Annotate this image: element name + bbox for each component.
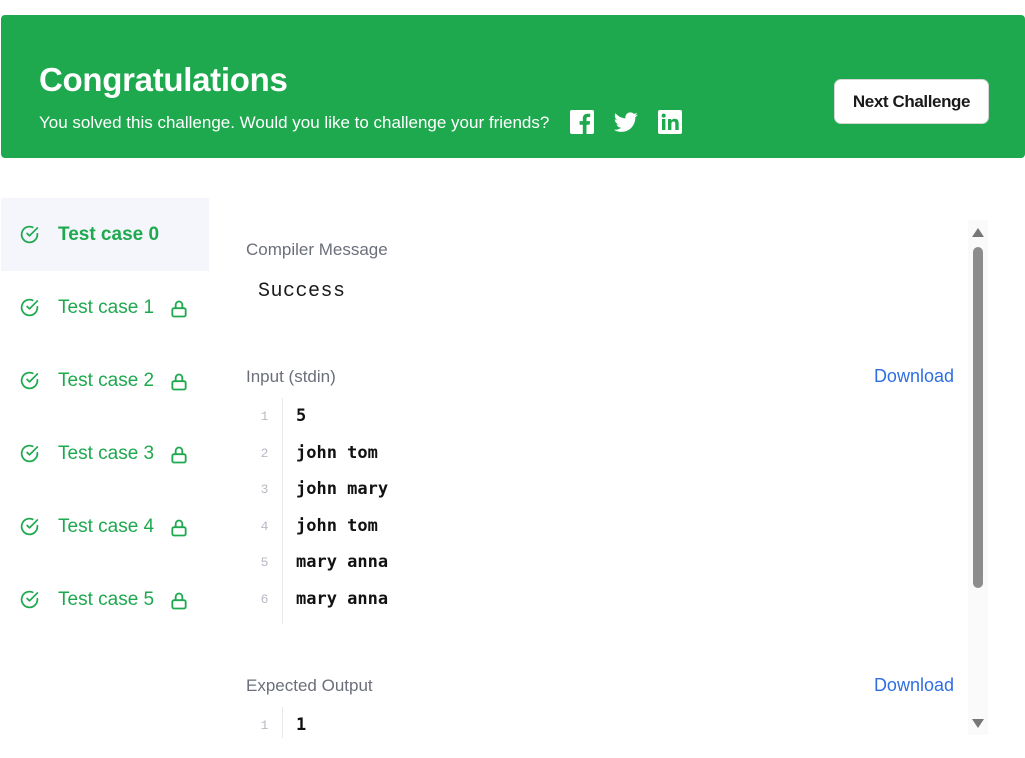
sidebar-item-test-case-5[interactable]: Test case 5 <box>1 563 209 636</box>
facebook-icon[interactable] <box>570 110 594 134</box>
check-circle-icon <box>19 443 40 464</box>
scrollbar-thumb[interactable] <box>973 247 983 588</box>
check-circle-icon <box>19 297 40 318</box>
line-number: 3 <box>260 482 269 498</box>
sidebar-item-test-case-4[interactable]: Test case 4 <box>1 490 209 563</box>
sidebar-item-label: Test case 0 <box>58 224 160 245</box>
input-label: Input (stdin) <box>246 367 336 386</box>
line-number: 1 <box>260 718 269 733</box>
code-line: 1 5 <box>246 398 946 435</box>
sidebar-item-label: Test case 2 <box>58 370 155 391</box>
lock-icon <box>169 299 189 319</box>
banner-title: Congratulations <box>39 61 288 98</box>
sidebar-item-test-case-3[interactable]: Test case 3 <box>1 417 209 490</box>
code-line: 6 mary anna <box>246 581 946 618</box>
sidebar-item-label: Test case 1 <box>58 297 155 318</box>
expected-output-download-link[interactable]: Download <box>874 675 954 696</box>
expected-output-label: Expected Output <box>246 676 373 695</box>
expected-output-code-block: 1 1 <box>246 707 946 738</box>
line-text: john tom <box>296 515 378 536</box>
sidebar-item-test-case-2[interactable]: Test case 2 <box>1 344 209 417</box>
line-text: john mary <box>296 479 389 500</box>
line-number: 2 <box>260 445 269 461</box>
code-line: 1 1 <box>246 707 946 738</box>
line-number: 5 <box>260 555 269 571</box>
code-line: 3 john mary <box>246 471 946 508</box>
lock-icon <box>169 518 189 538</box>
code-line: 5 mary anna <box>246 544 946 581</box>
check-circle-icon <box>19 224 40 245</box>
input-download-link[interactable]: Download <box>874 366 954 387</box>
check-circle-icon <box>19 370 40 391</box>
scroll-up-arrow-icon[interactable] <box>971 226 985 238</box>
code-line: 2 john tom <box>246 435 946 472</box>
compiler-message: Success <box>258 280 346 303</box>
line-text: 5 <box>296 406 307 426</box>
sidebar-item-label: Test case 5 <box>58 589 155 610</box>
sidebar-item-label: Test case 3 <box>58 443 155 464</box>
compiler-message-label: Compiler Message <box>246 240 388 259</box>
sidebar-item-test-case-0[interactable]: Test case 0 <box>1 198 209 271</box>
input-code-block: 1 5 2 john tom 3 john mary 4 john tom 5 … <box>246 398 946 624</box>
success-banner: Congratulations You solved this challeng… <box>1 15 1025 158</box>
twitter-icon[interactable] <box>614 110 638 134</box>
line-number: 4 <box>260 518 269 534</box>
test-case-sidebar: Test case 0 Test case 1 Test case 2 Test… <box>1 198 209 636</box>
line-text: 1 <box>296 715 307 735</box>
line-number: 1 <box>260 409 269 424</box>
results-scrollbar[interactable] <box>968 220 988 735</box>
check-circle-icon <box>19 589 40 610</box>
sidebar-item-label: Test case 4 <box>58 516 155 537</box>
linkedin-icon[interactable] <box>658 110 682 134</box>
line-text: john tom <box>296 442 378 463</box>
scroll-down-arrow-icon[interactable] <box>971 716 985 728</box>
lock-icon <box>169 445 189 465</box>
test-case-results: Compiler Message Success Input (stdin) D… <box>246 220 956 738</box>
sidebar-item-test-case-1[interactable]: Test case 1 <box>1 271 209 344</box>
line-number: 6 <box>260 591 269 607</box>
line-text: mary anna <box>296 588 389 609</box>
lock-icon <box>169 372 189 392</box>
banner-subtitle: You solved this challenge. Would you lik… <box>39 113 550 132</box>
code-line: 4 john tom <box>246 508 946 545</box>
next-challenge-button[interactable]: Next Challenge <box>834 79 989 124</box>
line-text: mary anna <box>296 552 389 573</box>
lock-icon <box>169 591 189 611</box>
check-circle-icon <box>19 516 40 537</box>
